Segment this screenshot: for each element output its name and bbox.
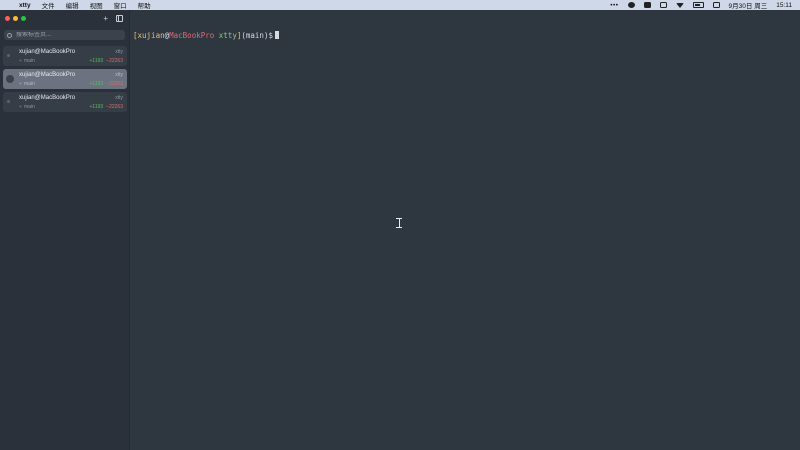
- git-branch-icon: ⑂: [19, 58, 23, 64]
- menu-edit[interactable]: 编辑: [66, 0, 79, 10]
- git-branch-icon: ⑂: [19, 81, 23, 87]
- wifi-icon[interactable]: [675, 2, 684, 8]
- menu-help[interactable]: 帮助: [138, 0, 151, 10]
- more-icon[interactable]: •••: [610, 2, 618, 9]
- search-input[interactable]: [16, 32, 116, 38]
- minimize-window-button[interactable]: [13, 16, 18, 21]
- maximize-window-button[interactable]: [21, 16, 26, 21]
- wechat-icon[interactable]: [627, 2, 635, 8]
- ibeam-cursor-icon: [396, 218, 402, 228]
- session-title: xujian@MacBookPro: [19, 72, 76, 78]
- prompt-host: MacBookPro: [169, 31, 215, 40]
- lines-removed: −22263: [106, 104, 123, 110]
- new-tab-button[interactable]: +: [103, 14, 108, 23]
- session-list: xujian@MacBookPro xtty ⑂ main +1193 −22263…: [3, 46, 127, 115]
- branch-name: main: [24, 81, 35, 87]
- sidebar: + xujian@MacBookPro xtty ⑂main +1193−222…: [0, 10, 130, 450]
- menu-view[interactable]: 视图: [90, 0, 103, 10]
- lines-added: +1193: [89, 104, 104, 110]
- prompt-branch: (main): [241, 31, 269, 40]
- session-tag: xtty: [115, 72, 123, 78]
- menu-app-name[interactable]: xtty: [19, 2, 31, 9]
- menu-file[interactable]: 文件: [42, 0, 55, 10]
- text-cursor: [274, 31, 279, 39]
- session-branch: ⑂ main: [19, 58, 35, 64]
- menu-window[interactable]: 窗口: [114, 0, 127, 10]
- session-item-active[interactable]: xujian@MacBookPro xtty ⑂ main +1193 −22263: [3, 69, 127, 89]
- lines-removed: −22263: [106, 58, 123, 64]
- search-icon: [7, 32, 12, 38]
- tab-search[interactable]: [4, 30, 125, 40]
- session-item[interactable]: xujian@MacBookPro xtty ⑂ main +1193 −22263: [3, 92, 127, 112]
- lines-removed: −22263: [106, 81, 123, 87]
- branch-name: main: [24, 58, 35, 64]
- session-branch: ⑂ main: [19, 81, 35, 87]
- session-diff: +1193 −22263: [90, 104, 124, 110]
- lines-added: +1193: [89, 58, 104, 64]
- session-item[interactable]: xujian@MacBookPro xtty ⑂ main +1193 −22263: [3, 46, 127, 66]
- session-diff: +1193 −22263: [90, 81, 124, 87]
- toggle-sidebar-icon[interactable]: [116, 15, 123, 22]
- prompt-symbol: $: [268, 31, 273, 40]
- session-tag: xtty: [115, 49, 123, 55]
- session-tag: xtty: [115, 95, 123, 101]
- app-window: + xujian@MacBookPro xtty ⑂main +1193−222…: [0, 10, 800, 450]
- close-window-button[interactable]: [5, 16, 10, 21]
- lines-added: +1193: [89, 81, 104, 87]
- menu-bar: xtty 文件 编辑 视图 窗口 帮助 ••• 9月30日 周三 15:11: [0, 0, 800, 10]
- battery-icon[interactable]: [692, 2, 704, 8]
- session-diff: +1193 −22263: [90, 58, 124, 64]
- shell-prompt: [xujian@MacBookPro xtty](main)$: [133, 31, 279, 40]
- session-status-icon: [6, 75, 14, 83]
- menu-time[interactable]: 15:11: [776, 2, 792, 9]
- menu-date[interactable]: 9月30日 周三: [729, 0, 768, 10]
- screenshot-icon[interactable]: [643, 2, 651, 8]
- branch-name: main: [24, 104, 35, 110]
- session-title: xujian@MacBookPro: [19, 95, 76, 101]
- session-status-icon: [7, 100, 10, 103]
- session-branch: ⑂ main: [19, 104, 35, 110]
- window-controls: [5, 16, 26, 21]
- sidebar-actions: +: [103, 14, 123, 23]
- session-title: xujian@MacBookPro: [19, 49, 76, 55]
- control-center-icon[interactable]: [712, 2, 720, 8]
- prompt-user: xujian: [137, 31, 165, 40]
- terminal-pane[interactable]: [xujian@MacBookPro xtty](main)$: [131, 10, 800, 450]
- display-icon[interactable]: [659, 2, 667, 8]
- git-branch-icon: ⑂: [19, 104, 23, 110]
- prompt-dir: xtty: [218, 31, 237, 40]
- session-status-icon: [7, 54, 10, 57]
